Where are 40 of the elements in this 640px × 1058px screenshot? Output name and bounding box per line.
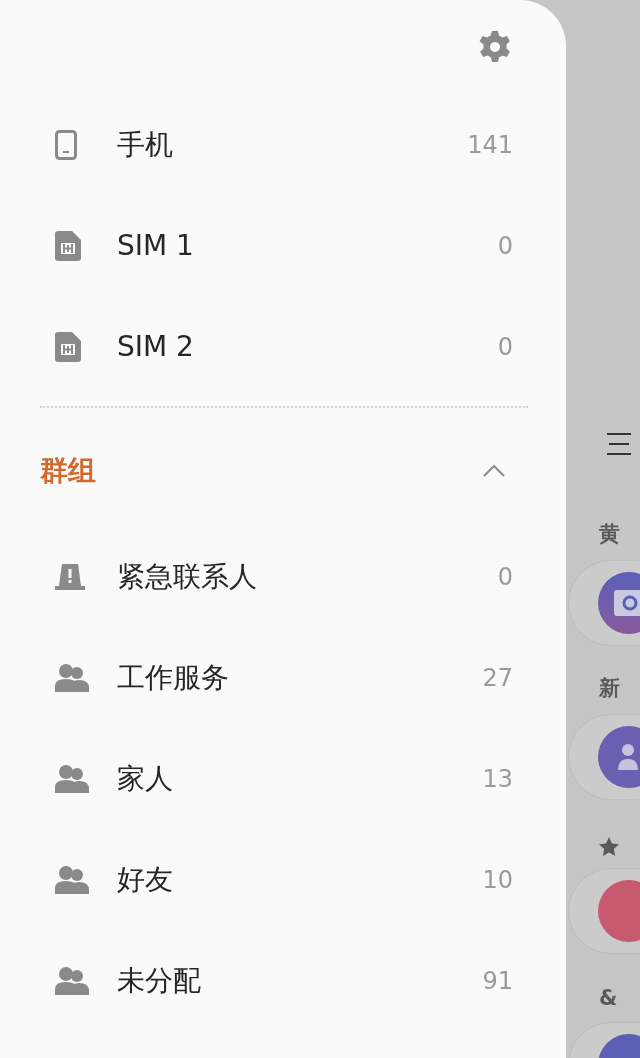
- list-item[interactable]: 手机 141: [55, 94, 513, 195]
- section-title: 群组: [40, 453, 96, 489]
- item-count: 0: [497, 231, 513, 260]
- section-header: 新: [599, 675, 620, 702]
- section-header: &: [599, 986, 618, 1010]
- item-count: 0: [497, 332, 513, 361]
- people-icon: [55, 865, 89, 894]
- item-count: 91: [482, 966, 513, 995]
- star-icon: [599, 837, 619, 856]
- list-item[interactable]: SIM 2 0: [55, 296, 513, 397]
- chevron-up-icon[interactable]: [483, 464, 505, 477]
- people-icon: [55, 966, 89, 995]
- item-count: 10: [482, 865, 513, 894]
- item-count: 27: [482, 663, 513, 692]
- section-header: 黄: [599, 521, 620, 548]
- menu-icon[interactable]: [607, 432, 631, 456]
- list-item[interactable]: 工作服务 27: [55, 627, 513, 728]
- list-item[interactable]: 家人 13: [55, 728, 513, 829]
- item-label: 好友: [117, 861, 174, 898]
- sim-card-icon: [55, 331, 81, 362]
- item-label: 紧急联系人: [117, 558, 258, 595]
- item-label: 未分配: [117, 962, 202, 999]
- list-item[interactable]: 好友 10: [55, 829, 513, 930]
- warning-cone-icon: [55, 563, 85, 590]
- list-item[interactable]: 未分配 91: [55, 930, 513, 1031]
- item-count: 0: [497, 562, 513, 591]
- list-item[interactable]: SIM 1 0: [55, 195, 513, 296]
- list-item[interactable]: 紧急联系人 0: [55, 526, 513, 627]
- people-icon: [55, 764, 89, 793]
- item-label: 家人: [117, 760, 174, 797]
- sim-card-icon: [55, 230, 81, 261]
- item-label: SIM 1: [117, 229, 195, 262]
- item-label: 手机: [117, 126, 174, 163]
- settings-icon[interactable]: [479, 31, 511, 63]
- item-label: 工作服务: [117, 659, 230, 696]
- item-label: SIM 2: [117, 330, 195, 363]
- people-icon: [55, 663, 89, 692]
- item-count: 141: [467, 130, 513, 159]
- item-count: 13: [482, 764, 513, 793]
- phone-icon: [55, 129, 77, 160]
